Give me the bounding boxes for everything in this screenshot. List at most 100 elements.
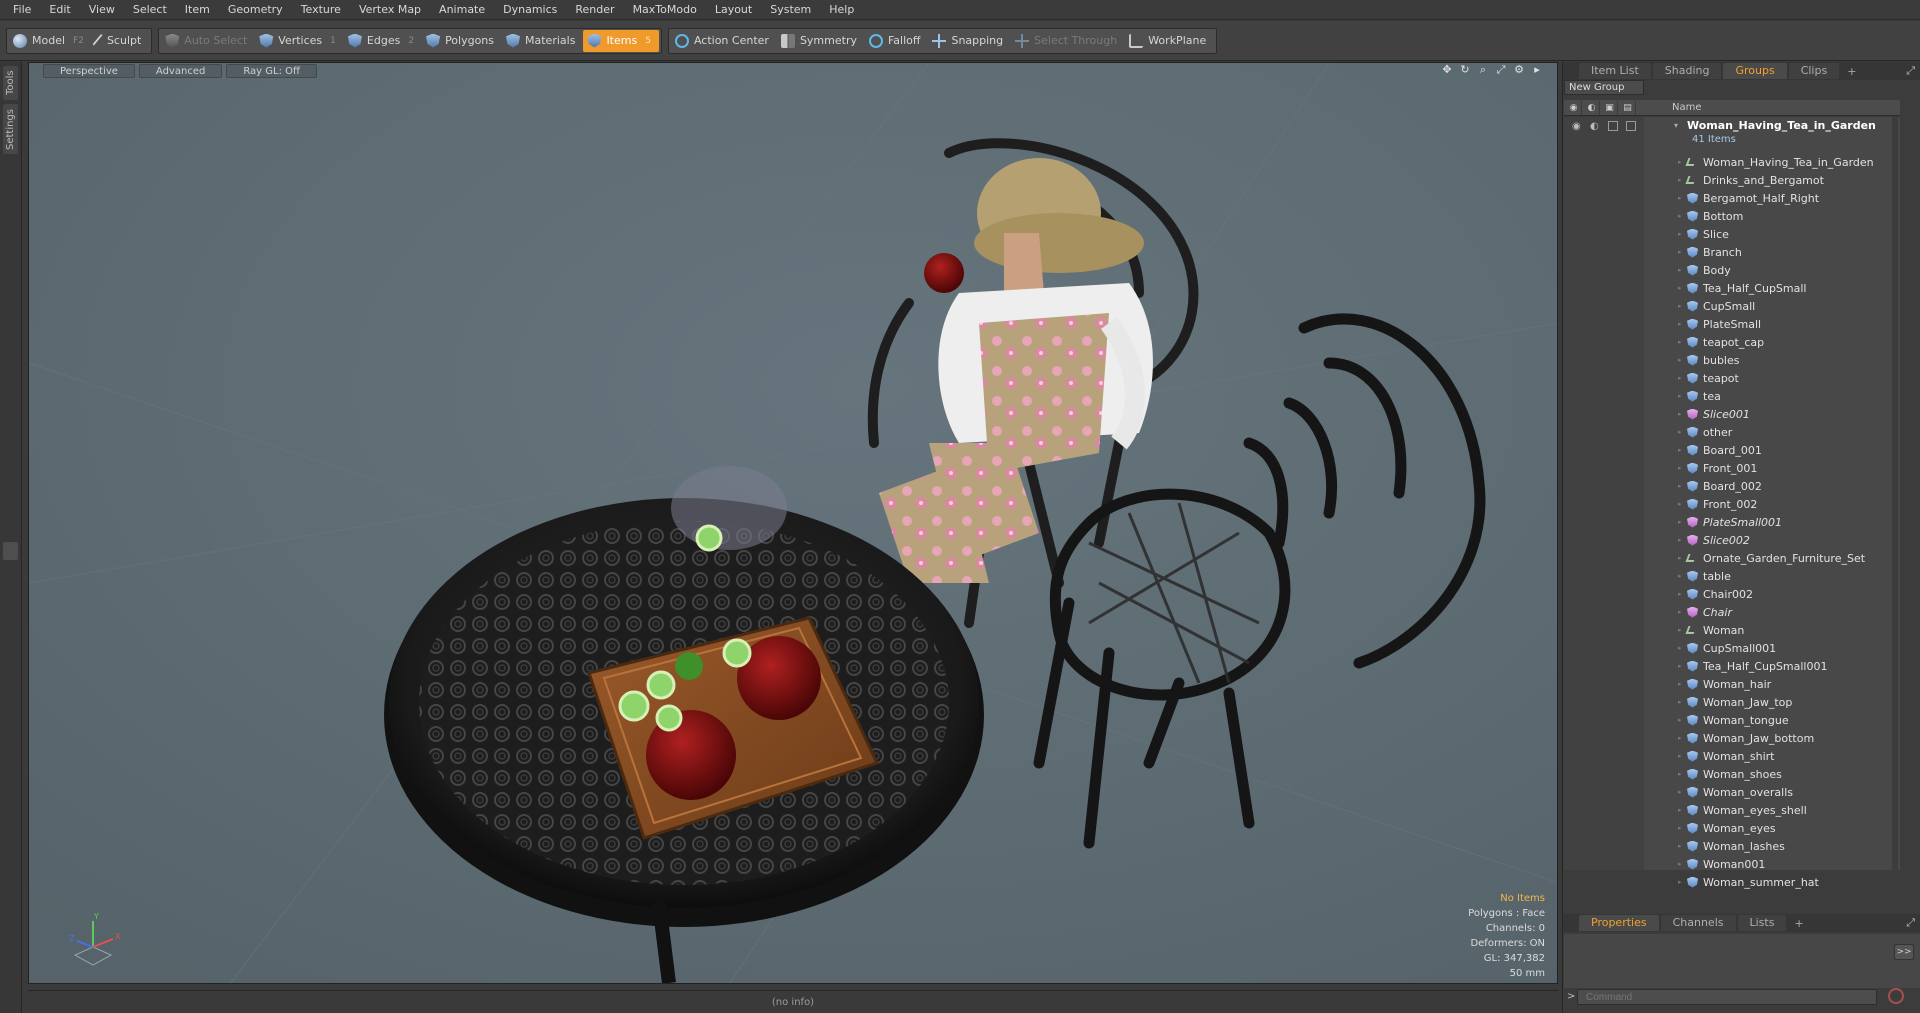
group-item-row[interactable]: ▸ tea (1564, 387, 1900, 405)
group-item-row[interactable]: ▸ Front_002 (1564, 495, 1900, 513)
menu-animate[interactable]: Animate (430, 0, 494, 20)
tab-item-list[interactable]: Item List (1579, 63, 1651, 79)
menu-render[interactable]: Render (566, 0, 623, 20)
group-item-row[interactable]: ▸ Woman_shoes (1564, 765, 1900, 783)
group-item-row[interactable]: ▸ Slice (1564, 225, 1900, 243)
group-item-row[interactable]: ▸ Branch (1564, 243, 1900, 261)
expand-triangle-icon[interactable]: ▸ (1678, 176, 1682, 184)
snapping-button[interactable]: Snapping (928, 30, 1011, 52)
group-item-row[interactable]: ▸ Woman (1564, 621, 1900, 639)
expand-triangle-icon[interactable]: ▸ (1678, 842, 1682, 850)
menu-edit[interactable]: Edit (40, 0, 79, 20)
panel-expand-icon[interactable]: ⤢ (1906, 64, 1915, 78)
menu-texture[interactable]: Texture (292, 0, 350, 20)
polygons-button[interactable]: Polygons (422, 30, 502, 52)
group-item-row[interactable]: ▸ Board_001 (1564, 441, 1900, 459)
fit-view-icon[interactable]: ⤢ (1495, 64, 1507, 76)
expand-triangle-icon[interactable]: ▸ (1678, 338, 1682, 346)
lock-checkbox[interactable] (1608, 121, 1618, 131)
expand-triangle-icon[interactable]: ▸ (1678, 212, 1682, 220)
expand-triangle-icon[interactable]: ▸ (1678, 536, 1682, 544)
collapse-triangle-icon[interactable]: ▾ (1674, 121, 1678, 130)
group-root-row[interactable]: ◉ ◐ ▾ Woman_Having_Tea_in_Garden 41 Item… (1564, 117, 1900, 149)
expand-triangle-icon[interactable]: ▸ (1678, 500, 1682, 508)
expand-triangle-icon[interactable]: ▸ (1678, 356, 1682, 364)
expand-icon[interactable]: ▸ (1531, 64, 1543, 76)
group-item-row[interactable]: ▸ Woman_Having_Tea_in_Garden (1564, 153, 1900, 171)
group-item-row[interactable]: ▸ Tea_Half_CupSmall (1564, 279, 1900, 297)
group-item-row[interactable]: ▸ Front_001 (1564, 459, 1900, 477)
group-item-row[interactable]: ▸ Slice001 (1564, 405, 1900, 423)
materials-button[interactable]: Materials (502, 30, 583, 52)
expand-triangle-icon[interactable]: ▸ (1678, 662, 1682, 670)
edges-button[interactable]: Edges 2 (344, 30, 422, 52)
groups-tree[interactable]: ◉ ◐ ▾ Woman_Having_Tea_in_Garden 41 Item… (1564, 117, 1900, 889)
group-item-row[interactable]: ▸ other (1564, 423, 1900, 441)
3d-viewport[interactable]: Perspective Advanced Ray GL: Off ✥ ↻ ⌕ ⤢… (28, 62, 1558, 984)
group-item-row[interactable]: ▸ Bottom (1564, 207, 1900, 225)
group-item-row[interactable]: ▸ Bergamot_Half_Right (1564, 189, 1900, 207)
group-item-row[interactable]: ▸ Woman_overalls (1564, 783, 1900, 801)
add-bottom-tab-button[interactable]: + (1788, 917, 1809, 930)
render-column-icon[interactable]: ◐ (1584, 100, 1600, 115)
expand-triangle-icon[interactable]: ▸ (1678, 572, 1682, 580)
group-item-row[interactable]: ▸ Board_002 (1564, 477, 1900, 495)
expand-triangle-icon[interactable]: ▸ (1678, 716, 1682, 724)
eye-icon[interactable]: ◉ (1572, 121, 1581, 132)
group-item-row[interactable]: ▸ table (1564, 567, 1900, 585)
expand-triangle-icon[interactable]: ▸ (1678, 284, 1682, 292)
group-item-row[interactable]: ▸ Ornate_Garden_Furniture_Set (1564, 549, 1900, 567)
group-item-row[interactable]: ▸ Woman_eyes (1564, 819, 1900, 837)
expand-triangle-icon[interactable]: ▸ (1678, 644, 1682, 652)
expand-triangle-icon[interactable]: ▸ (1678, 392, 1682, 400)
visibility-column-icon[interactable]: ◉ (1566, 100, 1582, 115)
menu-layout[interactable]: Layout (706, 0, 761, 20)
tab-groups[interactable]: Groups (1723, 63, 1787, 79)
menu-system[interactable]: System (761, 0, 820, 20)
expand-triangle-icon[interactable]: ▸ (1678, 194, 1682, 202)
rotate-view-icon[interactable]: ↻ (1459, 64, 1471, 76)
tab-properties[interactable]: Properties (1579, 915, 1659, 931)
expand-properties-button[interactable]: >> (1894, 944, 1914, 960)
render-icon[interactable]: ◐ (1590, 121, 1599, 132)
group-item-row[interactable]: ▸ Woman001 (1564, 855, 1900, 873)
group-item-row[interactable]: ▸ Woman_lashes (1564, 837, 1900, 855)
tab-channels[interactable]: Channels (1660, 915, 1736, 931)
expand-triangle-icon[interactable]: ▸ (1678, 788, 1682, 796)
perspective-view-button[interactable]: Perspective (43, 64, 135, 78)
select-checkbox[interactable] (1626, 121, 1636, 131)
group-item-row[interactable]: ▸ PlateSmall001 (1564, 513, 1900, 531)
expand-triangle-icon[interactable]: ▸ (1678, 482, 1682, 490)
expand-triangle-icon[interactable]: ▸ (1678, 626, 1682, 634)
falloff-button[interactable]: Falloff (865, 30, 928, 52)
model-mode-button[interactable]: Model F2 (9, 30, 92, 52)
group-item-row[interactable]: ▸ teapot (1564, 369, 1900, 387)
expand-triangle-icon[interactable]: ▸ (1678, 554, 1682, 562)
expand-triangle-icon[interactable]: ▸ (1678, 698, 1682, 706)
name-column-header[interactable]: Name (1636, 102, 1702, 113)
record-icon[interactable] (1888, 988, 1904, 1004)
expand-triangle-icon[interactable]: ▸ (1678, 590, 1682, 598)
group-item-row[interactable]: ▸ Body (1564, 261, 1900, 279)
group-item-row[interactable]: ▸ CupSmall (1564, 297, 1900, 315)
group-item-row[interactable]: ▸ Chair (1564, 603, 1900, 621)
menu-view[interactable]: View (80, 0, 124, 20)
group-item-row[interactable]: ▸ Woman_eyes_shell (1564, 801, 1900, 819)
menu-file[interactable]: File (4, 0, 40, 20)
tab-shading[interactable]: Shading (1652, 63, 1722, 79)
group-item-row[interactable]: ▸ Drinks_and_Bergamot (1564, 171, 1900, 189)
ray-gl-toggle[interactable]: Ray GL: Off (226, 64, 317, 78)
menu-geometry[interactable]: Geometry (219, 0, 292, 20)
group-item-row[interactable]: ▸ Chair002 (1564, 585, 1900, 603)
symmetry-button[interactable]: Symmetry (777, 30, 865, 52)
expand-triangle-icon[interactable]: ▸ (1678, 824, 1682, 832)
new-group-button[interactable]: New Group (1564, 80, 1644, 95)
menu-vertex-map[interactable]: Vertex Map (350, 0, 430, 20)
expand-triangle-icon[interactable]: ▸ (1678, 320, 1682, 328)
group-item-row[interactable]: ▸ Woman_Jaw_bottom (1564, 729, 1900, 747)
expand-triangle-icon[interactable]: ▸ (1678, 446, 1682, 454)
expand-triangle-icon[interactable]: ▸ (1678, 302, 1682, 310)
auto-select-button[interactable]: Auto Select (161, 30, 255, 52)
command-input[interactable] (1577, 989, 1877, 1005)
items-button[interactable]: Items 5 (583, 29, 659, 52)
